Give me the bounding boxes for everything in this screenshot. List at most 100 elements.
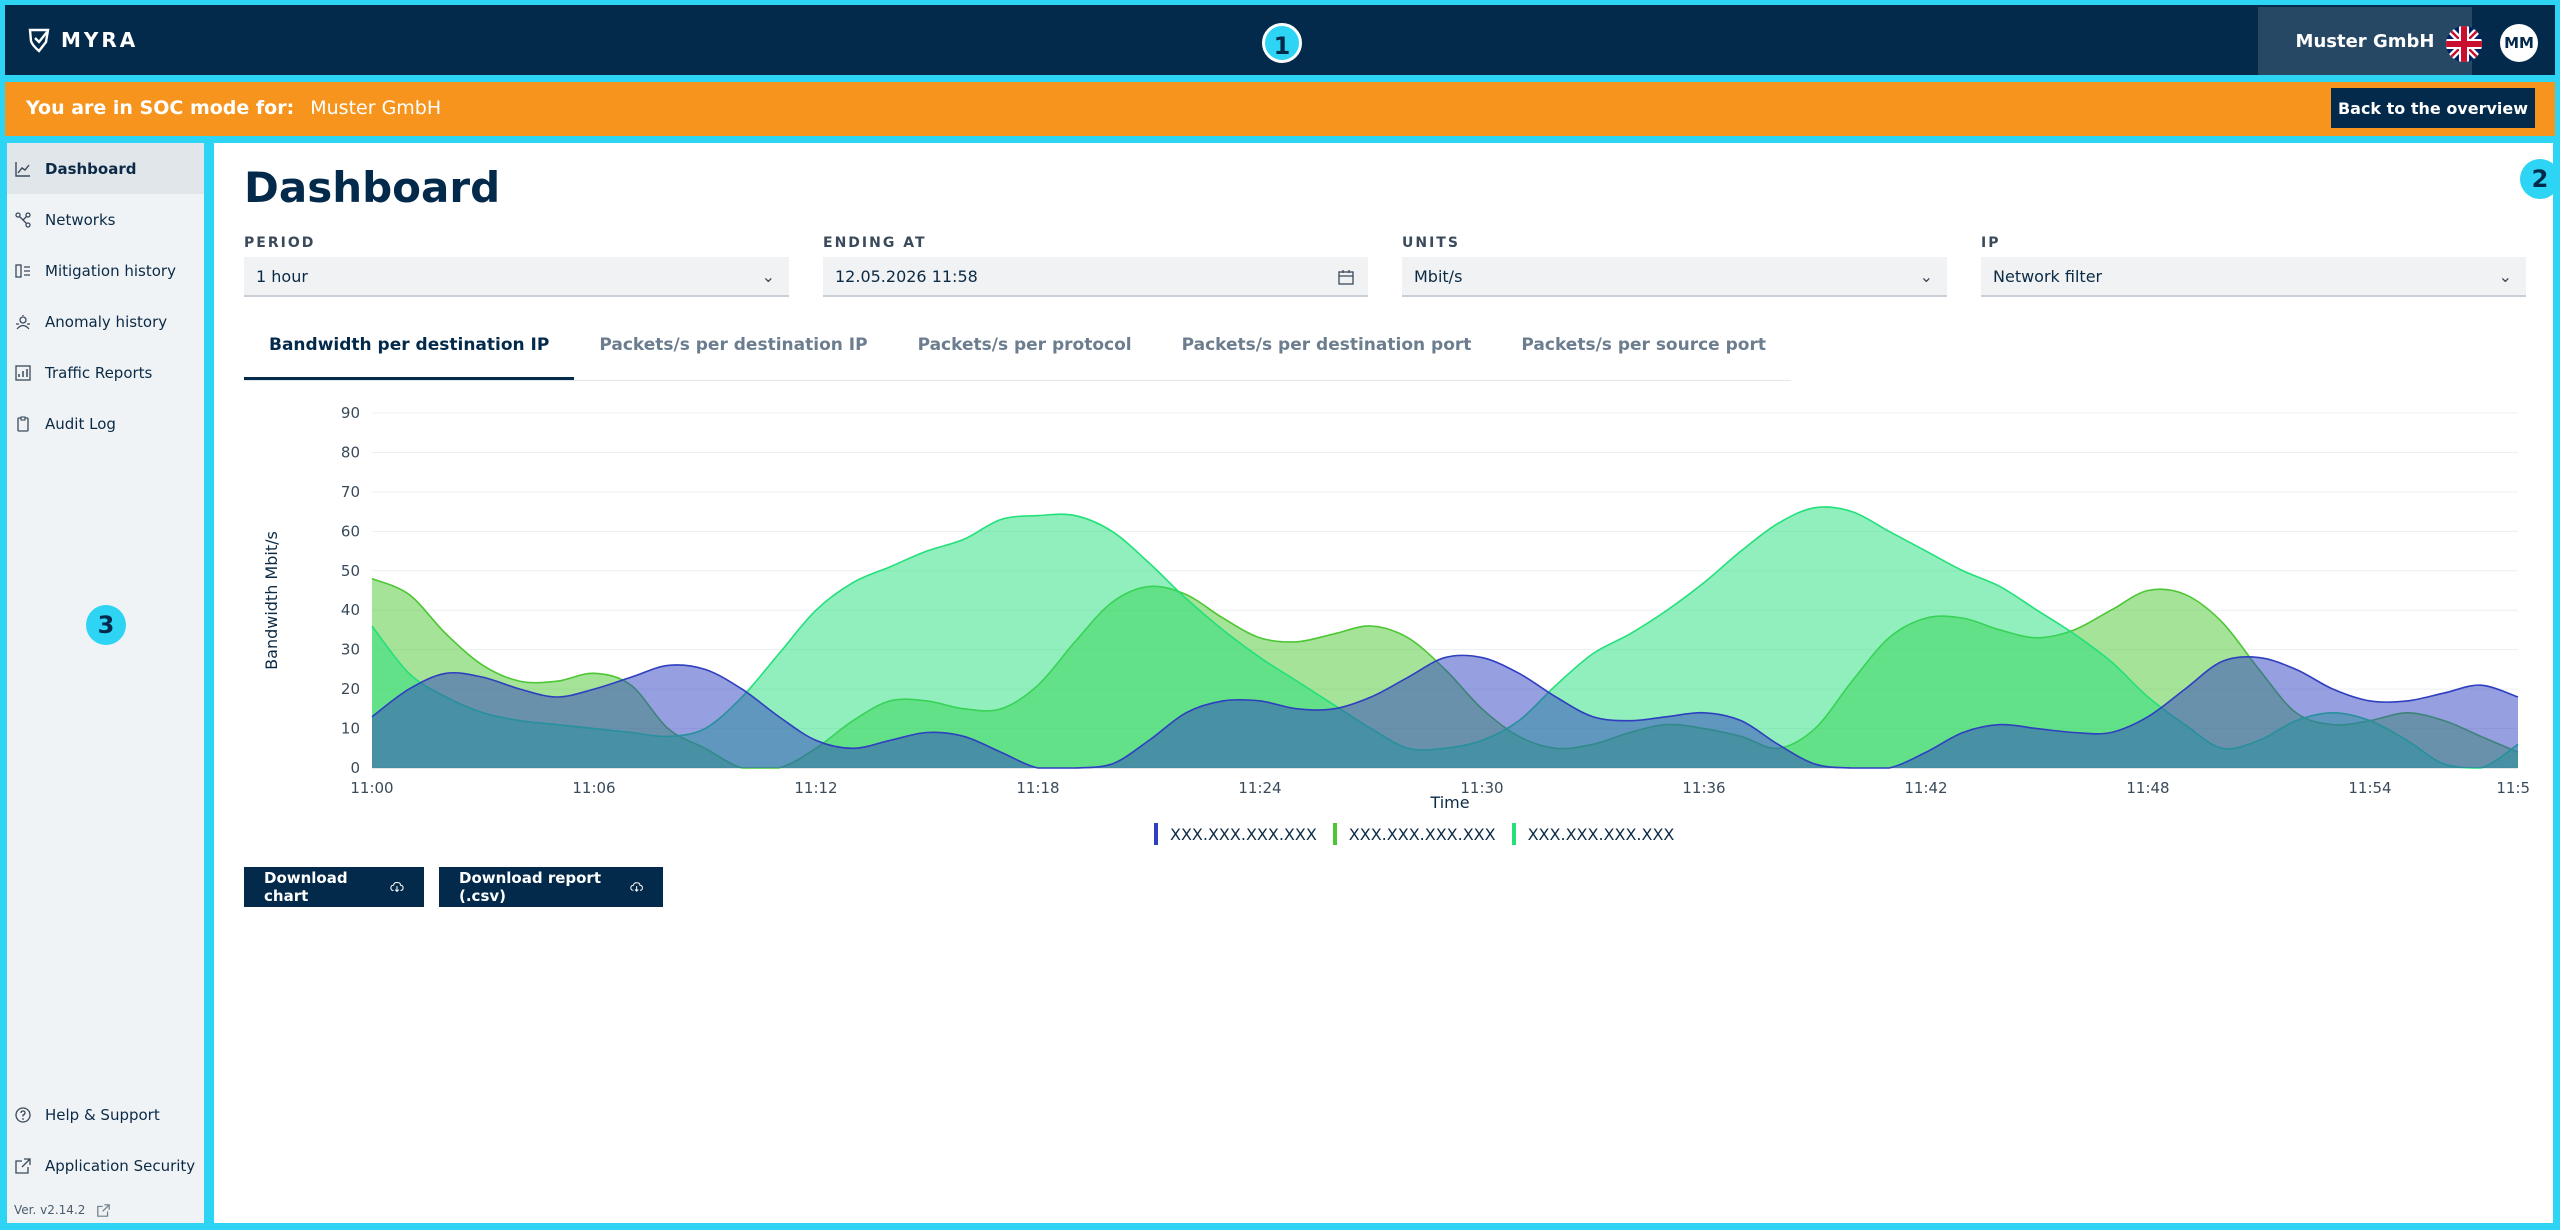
- period-filter: PERIOD 1 hour ⌄: [244, 235, 789, 297]
- y-tick-label: 30: [341, 641, 360, 659]
- x-tick-label: 11:36: [1682, 779, 1725, 797]
- x-tick-label: 11:06: [572, 779, 615, 797]
- sidebar-item-label: Application Security: [45, 1156, 196, 1175]
- calendar-icon[interactable]: [1338, 269, 1354, 285]
- legend-item[interactable]: XXX.XXX.XXX.XXX: [1511, 823, 1674, 845]
- x-tick-label: 11:00: [350, 779, 393, 797]
- sidebar-item-audit-log[interactable]: Audit Log: [7, 398, 204, 449]
- units-value: Mbit/s: [1414, 267, 1463, 286]
- external-link-icon: [15, 1157, 31, 1174]
- back-to-overview-button[interactable]: Back to the overview: [2331, 88, 2535, 128]
- chart-tabs: Bandwidth per destination IP Packets/s p…: [244, 323, 1791, 381]
- download-chart-button[interactable]: Download chart: [244, 867, 424, 907]
- soc-mode-banner: You are in SOC mode for: Muster GmbH Bac…: [5, 82, 2555, 136]
- sidebar-item-mitigation-history[interactable]: Mitigation history: [7, 245, 204, 296]
- sidebar-item-label: Networks: [45, 210, 116, 229]
- sidebar-item-label: Audit Log: [45, 414, 116, 433]
- tab-packets-per-destination-ip[interactable]: Packets/s per destination IP: [574, 323, 892, 380]
- clipboard-icon: [17, 415, 29, 432]
- sidebar-item-dashboard[interactable]: Dashboard: [7, 143, 204, 194]
- chart-svg: 0 10 20 30 40 50 60 70 80 90 11:00 11:06 11:12 11:18 1…: [262, 404, 2540, 812]
- ip-select[interactable]: Network filter ⌄: [1981, 257, 2526, 297]
- period-label: PERIOD: [244, 235, 316, 251]
- ip-label: IP: [1981, 235, 2001, 251]
- units-select[interactable]: Mbit/s ⌄: [1402, 257, 1947, 297]
- ending-at-datepicker[interactable]: 12.05.2026 11:58: [823, 257, 1368, 297]
- tab-packets-per-source-port[interactable]: Packets/s per source port: [1496, 323, 1791, 380]
- version-info: Ver. v2.14.2: [14, 1203, 111, 1217]
- uk-flag-icon[interactable]: [2446, 26, 2482, 62]
- y-tick-label: 20: [341, 680, 360, 698]
- x-tick-label: 11:58: [2496, 779, 2530, 797]
- ip-filter: IP Network filter ⌄: [1981, 235, 2526, 297]
- sidebar: Dashboard Networks Mitigation history An…: [7, 143, 204, 1223]
- sidebar-item-application-security[interactable]: Application Security: [7, 1140, 204, 1191]
- units-label: UNITS: [1402, 235, 1460, 251]
- ending-at-filter: ENDING AT 12.05.2026 11:58: [823, 235, 1368, 297]
- ending-at-value: 12.05.2026 11:58: [835, 267, 978, 286]
- user-avatar[interactable]: MM: [2500, 24, 2538, 62]
- y-tick-label: 90: [341, 404, 360, 422]
- x-tick-label: 11:42: [1904, 779, 1947, 797]
- legend-item[interactable]: XXX.XXX.XXX.XXX: [1332, 823, 1496, 845]
- sidebar-bottom-links: Help & Support Application Security: [7, 1089, 204, 1191]
- y-tick-label: 0: [350, 759, 360, 777]
- chart-legend: XXX.XXX.XXX.XXX XXX.XXX.XXX.XXX XXX.XXX.XX…: [1154, 823, 1674, 845]
- x-tick-label: 11:48: [2126, 779, 2169, 797]
- main-content: Dashboard 2 PERIOD 1 hour ⌄ ENDING AT 12…: [214, 143, 2560, 1223]
- download-report-label: Download report (.csv): [459, 869, 602, 905]
- company-selector-button[interactable]: Muster GmbH: [2258, 7, 2472, 75]
- shield-logo-icon: [28, 28, 50, 53]
- y-tick-label: 10: [341, 720, 360, 738]
- ip-value: Network filter: [1993, 267, 2103, 286]
- tab-bandwidth-per-destination-ip[interactable]: Bandwidth per destination IP: [244, 323, 575, 380]
- annotation-marker-3: 3: [86, 605, 126, 645]
- cloud-download-icon: [390, 881, 404, 893]
- sidebar-item-label: Traffic Reports: [45, 363, 153, 382]
- sidebar-item-networks[interactable]: Networks: [7, 194, 204, 245]
- x-tick-label: 11:18: [1016, 779, 1059, 797]
- legend-item[interactable]: XXX.XXX.XXX.XXX: [1154, 823, 1317, 845]
- sidebar-item-label: Anomaly history: [45, 312, 168, 331]
- x-tick-label: 11:24: [1238, 779, 1281, 797]
- mitigation-icon: [15, 263, 30, 278]
- chevron-down-icon: ⌄: [1919, 267, 1933, 286]
- external-link-icon[interactable]: [97, 1203, 111, 1217]
- myra-logo[interactable]: MYRA: [27, 27, 138, 53]
- anomaly-icon: [16, 314, 30, 329]
- legend-label: XXX.XXX.XXX.XXX: [1348, 824, 1496, 844]
- soc-mode-company: Muster GmbH: [310, 97, 442, 119]
- legend-swatch: [1511, 823, 1516, 845]
- y-axis-label: Bandwidth Mbit/s: [262, 531, 281, 670]
- help-icon: [15, 1106, 31, 1123]
- tab-packets-per-protocol[interactable]: Packets/s per protocol: [893, 323, 1157, 380]
- legend-swatch: [1154, 823, 1158, 845]
- chart-line-icon: [15, 161, 30, 177]
- sidebar-item-anomaly-history[interactable]: Anomaly history: [7, 296, 204, 347]
- y-tick-label: 60: [341, 522, 360, 540]
- annotation-marker-1: 1: [1262, 23, 1302, 63]
- chevron-down-icon: ⌄: [761, 267, 775, 286]
- period-select[interactable]: 1 hour ⌄: [244, 257, 789, 297]
- y-tick-label: 50: [341, 562, 360, 580]
- network-icon: [15, 211, 31, 228]
- x-axis-label: Time: [1429, 793, 1469, 812]
- tab-packets-per-destination-port[interactable]: Packets/s per destination port: [1157, 323, 1497, 380]
- y-tick-label: 80: [341, 443, 360, 461]
- sidebar-item-traffic-reports[interactable]: Traffic Reports: [7, 347, 204, 398]
- download-report-button[interactable]: Download report (.csv): [439, 867, 663, 907]
- x-tick-label: 11:12: [794, 779, 837, 797]
- legend-swatch: [1332, 823, 1337, 845]
- report-icon: [15, 364, 31, 381]
- period-value: 1 hour: [256, 267, 308, 286]
- soc-mode-label: You are in SOC mode for:: [26, 97, 295, 119]
- legend-label: XXX.XXX.XXX.XXX: [1170, 824, 1317, 844]
- chevron-down-icon: ⌄: [2498, 267, 2512, 286]
- page-title: Dashboard: [244, 163, 501, 212]
- sidebar-item-help-support[interactable]: Help & Support: [7, 1089, 204, 1140]
- cloud-download-icon: [630, 882, 643, 892]
- annotation-marker-2: 2: [2520, 159, 2560, 199]
- units-filter: UNITS Mbit/s ⌄: [1402, 235, 1947, 297]
- ending-at-label: ENDING AT: [823, 235, 927, 251]
- soc-mode-text: You are in SOC mode for: Muster GmbH: [26, 97, 441, 119]
